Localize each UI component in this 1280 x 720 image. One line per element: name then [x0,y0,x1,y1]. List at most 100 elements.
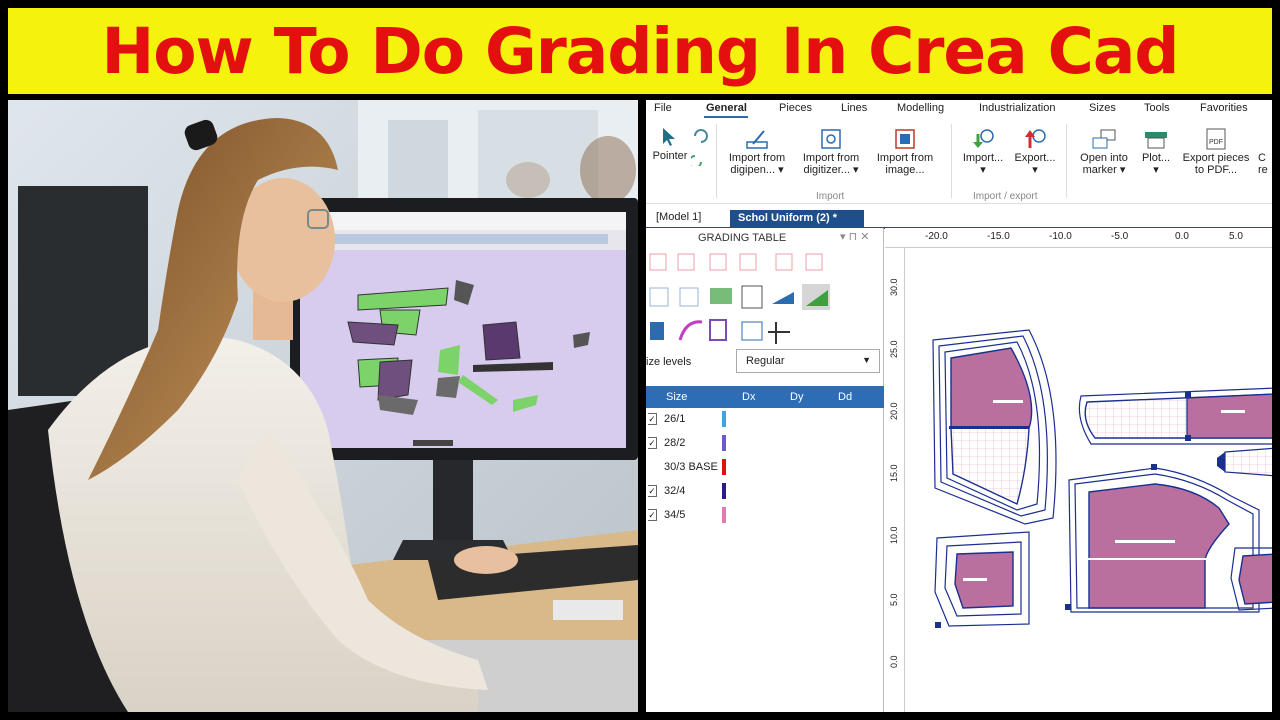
plot-label: Plot... ▾ [1141,152,1171,176]
ruler-tick-label: 30.0 [889,278,899,296]
pointer-button[interactable]: Pointer [648,126,692,162]
menu-sizes[interactable]: Sizes [1089,102,1116,114]
import-digipen-label: Import from digipen... ▾ [728,152,786,176]
pdf-icon-text: PDF [1209,139,1223,146]
ruler-tick-label: 25.0 [889,340,899,358]
tab-school-uniform[interactable]: Schol Uniform (2) * [730,210,864,227]
col-dx: Dx [742,391,756,403]
size-label: 26/1 [664,413,686,425]
size-levels-label: ize levels [646,356,692,368]
menu-file[interactable]: File [654,102,672,114]
ruler-tick-label: 5.0 [1229,231,1243,242]
size-levels-select[interactable]: Regular ▼ [736,349,880,373]
plotter-icon [1143,128,1169,150]
ruler-tick-label: 20.0 [889,402,899,420]
menu-general[interactable]: General [706,102,747,114]
size-label: 28/2 [664,437,686,449]
ribbon-toolbar: Pointer Import from digipen... ▾ Import … [646,118,1272,204]
digipen-icon [744,128,770,150]
ruler-tick-label: -15.0 [987,231,1010,242]
import-group-label: Import [816,191,845,202]
pattern-piece[interactable] [934,531,1030,628]
ruler-tick-label: -10.0 [1049,231,1072,242]
export-pdf-button[interactable]: PDF Export pieces to PDF... [1180,128,1252,176]
size-row[interactable]: 30/3 BASE [646,456,884,480]
menu-industrialization[interactable]: Industrialization [979,102,1055,114]
import-label: Import... ▾ [962,152,1004,176]
horizontal-ruler: -20.0 -15.0 -10.0 -5.0 0.0 5.0 [885,228,1272,248]
panel-controls[interactable]: ▾ ⊓ ✕ [840,230,869,243]
size-label: 32/4 [664,485,686,497]
ruler-tick-label: 10.0 [889,526,899,544]
vertical-ruler: 30.0 25.0 20.0 15.0 10.0 5.0 0.0 [885,248,905,712]
size-color-swatch [722,411,726,427]
export-globe-icon [1022,128,1048,150]
menu-tools[interactable]: Tools [1144,102,1170,114]
pointer-icon [657,126,683,148]
cut-more-label: C re [1258,152,1268,176]
size-label: 34/5 [664,509,686,521]
digitizer-icon [818,128,844,150]
col-dd: Dd [838,391,853,403]
pattern-canvas[interactable]: -20.0 -15.0 -10.0 -5.0 0.0 5.0 30.0 25.0 20.0 15… [885,228,1272,712]
ribbon-separator [716,124,717,198]
size-color-swatch [722,483,726,499]
cut-more-button[interactable]: C re [1258,152,1272,176]
import-globe-icon [970,128,996,150]
tab-model-1[interactable]: [Model 1] [656,211,701,223]
grading-table-title: GRADING TABLE [698,232,787,244]
import-digipen-button[interactable]: Import from digipen... ▾ [722,128,792,176]
checkbox-check-icon[interactable]: ✓ [648,485,657,497]
pattern-piece[interactable] [1078,387,1272,445]
menu-pieces[interactable]: Pieces [779,102,812,114]
col-dy: Dy [790,391,804,403]
import-export-group-label: Import / export [973,191,1038,202]
menu-modelling[interactable]: Modelling [897,102,944,114]
document-tabs: [Model 1] Schol Uniform (2) * [646,208,1272,229]
checkbox-check-icon[interactable]: ✓ [648,509,657,521]
undo-redo-icon[interactable] [688,126,709,169]
ruler-tick-label: 5.0 [889,593,899,606]
col-size: Size [666,391,688,403]
checkbox-check-icon[interactable]: ✓ [648,437,657,449]
import-digitizer-button[interactable]: Import from digitizer... ▾ [796,128,866,176]
banner-title: How To Do Grading In Crea Cad [101,14,1180,88]
pdf-icon: PDF [1203,128,1229,150]
ruler-tick-label: -20.0 [925,231,948,242]
chevron-down-icon: ▼ [862,355,871,365]
size-levels-value: Regular [746,355,785,367]
open-into-marker-button[interactable]: Open into marker ▾ [1074,128,1134,176]
size-label: 30/3 BASE [664,461,718,473]
plot-button[interactable]: Plot... ▾ [1136,128,1176,176]
pattern-piece[interactable] [932,329,1057,525]
import-image-label: Import from image... [876,152,934,176]
crea-cad-window: File General Pieces Lines Modelling Indu… [646,100,1272,712]
marker-icon [1091,128,1117,150]
import-image-button[interactable]: Import from image... [870,128,940,176]
menu-favorities[interactable]: Favorities [1200,102,1248,114]
open-into-marker-label: Open into marker ▾ [1080,152,1128,176]
size-color-swatch [722,507,726,523]
image-icon [892,128,918,150]
size-row[interactable]: ✓ 34/5 [646,504,884,528]
size-color-swatch [722,435,726,451]
checkbox-check-icon[interactable]: ✓ [648,413,657,425]
pointer-label: Pointer [652,150,688,162]
drawing-area[interactable] [905,248,1272,712]
import-button[interactable]: Import... ▾ [958,128,1008,176]
size-color-swatch [722,459,726,475]
export-button[interactable]: Export... ▾ [1010,128,1060,176]
menu-lines[interactable]: Lines [841,102,867,114]
ruler-tick-label: 15.0 [889,464,899,482]
size-row[interactable]: ✓ 32/4 [646,480,884,504]
size-row[interactable]: ✓ 26/1 [646,408,884,432]
import-digitizer-label: Import from digitizer... ▾ [802,152,860,176]
photo-woman-at-computer [8,100,638,712]
size-table-header: Size Dx Dy Dd [646,386,884,408]
grading-table-panel: GRADING TABLE ▾ ⊓ ✕ ize levels Regular ▼… [646,228,884,712]
ruler-tick-label: 0.0 [889,655,899,668]
grading-tools [646,248,884,348]
pattern-piece[interactable] [1065,464,1260,613]
menu-bar: File General Pieces Lines Modelling Indu… [646,100,1272,118]
size-row[interactable]: ✓ 28/2 [646,432,884,456]
